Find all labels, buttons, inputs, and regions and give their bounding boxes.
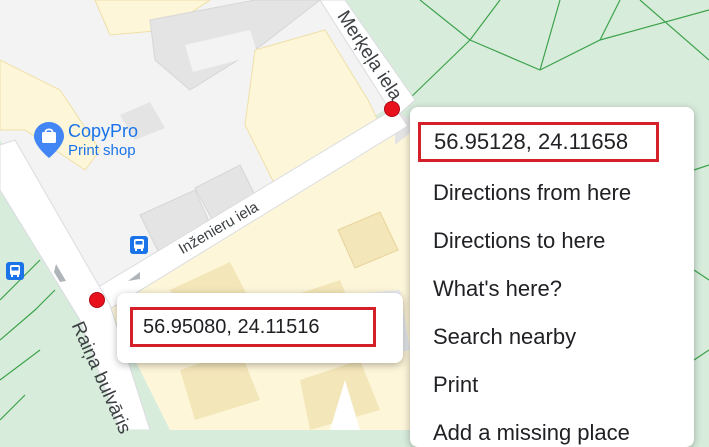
context-menu-coordinates[interactable]: 56.95128, 24.11658 — [418, 122, 659, 162]
menu-item-search-nearby[interactable]: Search nearby — [433, 324, 576, 350]
coordinate-card-value[interactable]: 56.95080, 24.11516 — [130, 307, 376, 347]
coordinate-card: 56.95080, 24.11516 — [117, 293, 403, 363]
menu-item-add-missing-place[interactable]: Add a missing place — [433, 420, 630, 446]
menu-item-print[interactable]: Print — [433, 372, 478, 398]
menu-item-whats-here[interactable]: What's here? — [433, 276, 562, 302]
bus-stop-icon[interactable] — [130, 236, 148, 254]
menu-item-directions-to-here[interactable]: Directions to here — [433, 228, 605, 254]
dropped-pin-marker[interactable] — [384, 101, 400, 117]
shopping-bag-pin-icon — [34, 122, 64, 158]
poi-copypro[interactable]: CopyPro Print shop — [34, 122, 138, 160]
bus-stop-icon[interactable] — [6, 262, 24, 280]
dropped-pin-marker[interactable] — [89, 292, 105, 308]
menu-item-directions-from-here[interactable]: Directions from here — [433, 180, 631, 206]
context-menu: 56.95128, 24.11658 Directions from here … — [410, 107, 694, 447]
poi-category: Print shop — [68, 142, 136, 159]
poi-name: CopyPro — [68, 121, 139, 141]
